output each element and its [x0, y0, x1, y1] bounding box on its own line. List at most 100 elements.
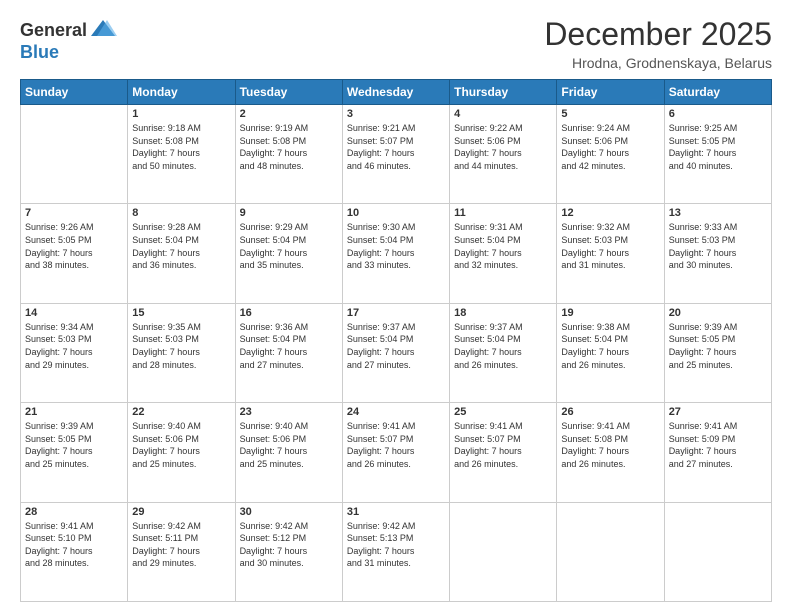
calendar-cell: 20 Sunrise: 9:39 AMSunset: 5:05 PMDayligh…	[664, 303, 771, 402]
day-number: 11	[454, 207, 552, 219]
day-number: 4	[454, 108, 552, 120]
calendar-cell: 4 Sunrise: 9:22 AMSunset: 5:06 PMDaylight…	[450, 105, 557, 204]
week-row-4: 21 Sunrise: 9:39 AMSunset: 5:05 PMDayligh…	[21, 403, 772, 502]
calendar-cell: 30Sunrise: 9:42 AMSunset: 5:12 PMDayligh…	[235, 502, 342, 601]
day-number: 16	[240, 307, 338, 319]
logo: General Blue	[20, 16, 117, 63]
week-row-2: 7 Sunrise: 9:26 AMSunset: 5:05 PMDaylight…	[21, 204, 772, 303]
logo-blue: Blue	[20, 42, 117, 63]
calendar-cell: 16 Sunrise: 9:36 AMSunset: 5:04 PMDayligh…	[235, 303, 342, 402]
day-number: 8	[132, 207, 230, 219]
header: General Blue December 2025 Hrodna, Grodn…	[20, 16, 772, 71]
day-info: Sunrise: 9:21 AMSunset: 5:07 PMDaylight:…	[347, 122, 445, 172]
day-info: Sunrise: 9:35 AMSunset: 5:03 PMDaylight:…	[132, 321, 230, 371]
day-number: 18	[454, 307, 552, 319]
day-number: 24	[347, 406, 445, 418]
day-info: Sunrise: 9:29 AMSunset: 5:04 PMDaylight:…	[240, 221, 338, 271]
logo-icon	[89, 16, 117, 44]
day-number: 15	[132, 307, 230, 319]
day-info: Sunrise: 9:33 AMSunset: 5:03 PMDaylight:…	[669, 221, 767, 271]
calendar-cell: 3 Sunrise: 9:21 AMSunset: 5:07 PMDaylight…	[342, 105, 449, 204]
month-title: December 2025	[544, 16, 772, 53]
weekday-header-saturday: Saturday	[664, 80, 771, 105]
calendar-cell: 9 Sunrise: 9:29 AMSunset: 5:04 PMDaylight…	[235, 204, 342, 303]
weekday-header-thursday: Thursday	[450, 80, 557, 105]
day-info: Sunrise: 9:39 AMSunset: 5:05 PMDaylight:…	[669, 321, 767, 371]
day-info: Sunrise: 9:34 AMSunset: 5:03 PMDaylight:…	[25, 321, 123, 371]
location: Hrodna, Grodnenskaya, Belarus	[544, 55, 772, 71]
day-number: 12	[561, 207, 659, 219]
calendar-cell: 22Sunrise: 9:40 AMSunset: 5:06 PMDayligh…	[128, 403, 235, 502]
day-info: Sunrise: 9:22 AMSunset: 5:06 PMDaylight:…	[454, 122, 552, 172]
calendar-table: SundayMondayTuesdayWednesdayThursdayFrid…	[20, 79, 772, 602]
week-row-5: 28 Sunrise: 9:41 AMSunset: 5:10 PMDayligh…	[21, 502, 772, 601]
calendar-cell: 27Sunrise: 9:41 AMSunset: 5:09 PMDayligh…	[664, 403, 771, 502]
day-number: 13	[669, 207, 767, 219]
calendar-cell: 8 Sunrise: 9:28 AMSunset: 5:04 PMDaylight…	[128, 204, 235, 303]
day-info: Sunrise: 9:37 AMSunset: 5:04 PMDaylight:…	[454, 321, 552, 371]
calendar-page: General Blue December 2025 Hrodna, Grodn…	[0, 0, 792, 612]
day-number: 14	[25, 307, 123, 319]
day-number: 26	[561, 406, 659, 418]
day-number: 21	[25, 406, 123, 418]
day-number: 10	[347, 207, 445, 219]
day-info: Sunrise: 9:25 AMSunset: 5:05 PMDaylight:…	[669, 122, 767, 172]
calendar-cell: 31 Sunrise: 9:42 AMSunset: 5:13 PMDayligh…	[342, 502, 449, 601]
day-number: 17	[347, 307, 445, 319]
calendar-cell	[664, 502, 771, 601]
day-info: Sunrise: 9:41 AMSunset: 5:10 PMDaylight:…	[25, 520, 123, 570]
day-number: 28	[25, 506, 123, 518]
day-info: Sunrise: 9:26 AMSunset: 5:05 PMDaylight:…	[25, 221, 123, 271]
calendar-cell: 1Sunrise: 9:18 AMSunset: 5:08 PMDaylight…	[128, 105, 235, 204]
calendar-cell	[557, 502, 664, 601]
calendar-cell: 7 Sunrise: 9:26 AMSunset: 5:05 PMDaylight…	[21, 204, 128, 303]
day-info: Sunrise: 9:24 AMSunset: 5:06 PMDaylight:…	[561, 122, 659, 172]
day-number: 30	[240, 506, 338, 518]
calendar-cell: 17 Sunrise: 9:37 AMSunset: 5:04 PMDayligh…	[342, 303, 449, 402]
calendar-cell: 21 Sunrise: 9:39 AMSunset: 5:05 PMDayligh…	[21, 403, 128, 502]
calendar-cell: 28 Sunrise: 9:41 AMSunset: 5:10 PMDayligh…	[21, 502, 128, 601]
day-number: 3	[347, 108, 445, 120]
calendar-cell: 11Sunrise: 9:31 AMSunset: 5:04 PMDayligh…	[450, 204, 557, 303]
day-info: Sunrise: 9:41 AMSunset: 5:08 PMDaylight:…	[561, 420, 659, 470]
day-number: 31	[347, 506, 445, 518]
calendar-cell: 24Sunrise: 9:41 AMSunset: 5:07 PMDayligh…	[342, 403, 449, 502]
calendar-cell: 13 Sunrise: 9:33 AMSunset: 5:03 PMDayligh…	[664, 204, 771, 303]
day-info: Sunrise: 9:40 AMSunset: 5:06 PMDaylight:…	[240, 420, 338, 470]
logo-general: General	[20, 20, 87, 41]
weekday-header-monday: Monday	[128, 80, 235, 105]
day-number: 20	[669, 307, 767, 319]
calendar-cell	[450, 502, 557, 601]
calendar-cell: 25Sunrise: 9:41 AMSunset: 5:07 PMDayligh…	[450, 403, 557, 502]
calendar-cell: 19 Sunrise: 9:38 AMSunset: 5:04 PMDayligh…	[557, 303, 664, 402]
calendar-cell: 23 Sunrise: 9:40 AMSunset: 5:06 PMDayligh…	[235, 403, 342, 502]
week-row-3: 14 Sunrise: 9:34 AMSunset: 5:03 PMDayligh…	[21, 303, 772, 402]
weekday-header-sunday: Sunday	[21, 80, 128, 105]
day-number: 22	[132, 406, 230, 418]
weekday-header-friday: Friday	[557, 80, 664, 105]
week-row-1: 1Sunrise: 9:18 AMSunset: 5:08 PMDaylight…	[21, 105, 772, 204]
day-number: 7	[25, 207, 123, 219]
day-number: 9	[240, 207, 338, 219]
calendar-cell: 5 Sunrise: 9:24 AMSunset: 5:06 PMDaylight…	[557, 105, 664, 204]
weekday-header-row: SundayMondayTuesdayWednesdayThursdayFrid…	[21, 80, 772, 105]
day-info: Sunrise: 9:19 AMSunset: 5:08 PMDaylight:…	[240, 122, 338, 172]
day-info: Sunrise: 9:39 AMSunset: 5:05 PMDaylight:…	[25, 420, 123, 470]
calendar-cell: 2Sunrise: 9:19 AMSunset: 5:08 PMDaylight…	[235, 105, 342, 204]
day-info: Sunrise: 9:32 AMSunset: 5:03 PMDaylight:…	[561, 221, 659, 271]
day-info: Sunrise: 9:41 AMSunset: 5:07 PMDaylight:…	[454, 420, 552, 470]
day-number: 5	[561, 108, 659, 120]
day-info: Sunrise: 9:37 AMSunset: 5:04 PMDaylight:…	[347, 321, 445, 371]
day-info: Sunrise: 9:28 AMSunset: 5:04 PMDaylight:…	[132, 221, 230, 271]
day-info: Sunrise: 9:42 AMSunset: 5:13 PMDaylight:…	[347, 520, 445, 570]
calendar-cell: 12 Sunrise: 9:32 AMSunset: 5:03 PMDayligh…	[557, 204, 664, 303]
day-number: 1	[132, 108, 230, 120]
day-info: Sunrise: 9:38 AMSunset: 5:04 PMDaylight:…	[561, 321, 659, 371]
day-info: Sunrise: 9:41 AMSunset: 5:09 PMDaylight:…	[669, 420, 767, 470]
day-info: Sunrise: 9:36 AMSunset: 5:04 PMDaylight:…	[240, 321, 338, 371]
day-number: 19	[561, 307, 659, 319]
day-number: 29	[132, 506, 230, 518]
day-info: Sunrise: 9:30 AMSunset: 5:04 PMDaylight:…	[347, 221, 445, 271]
day-number: 6	[669, 108, 767, 120]
day-number: 23	[240, 406, 338, 418]
